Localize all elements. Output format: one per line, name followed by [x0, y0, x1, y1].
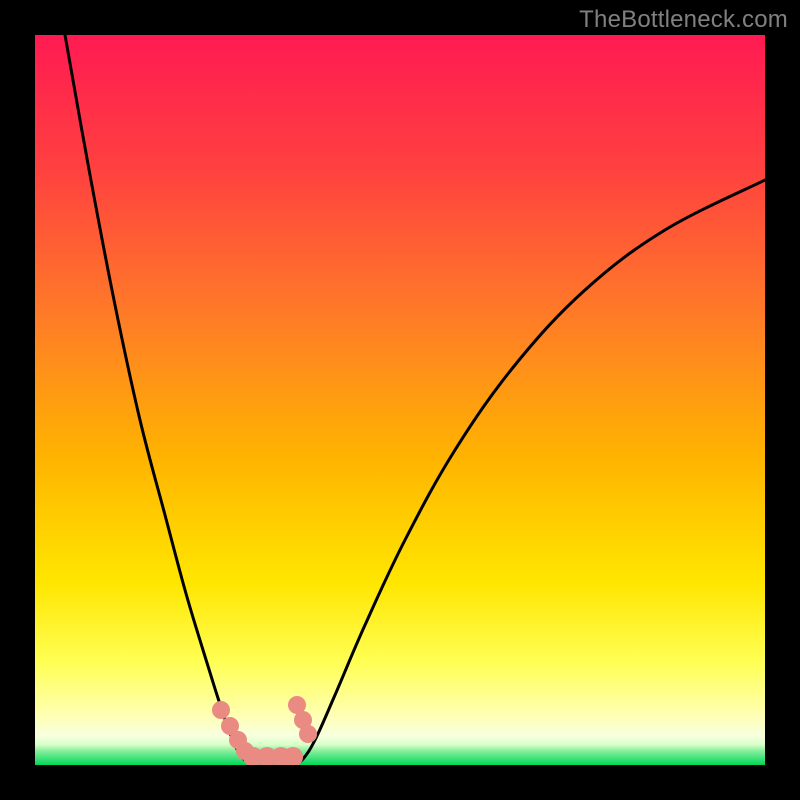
chart-svg	[35, 35, 765, 765]
data-marker	[212, 701, 230, 719]
chart-frame: TheBottleneck.com	[0, 0, 800, 800]
gradient-background	[35, 35, 765, 765]
data-marker	[299, 725, 317, 743]
plot-area	[35, 35, 765, 765]
watermark-text: TheBottleneck.com	[579, 6, 788, 34]
